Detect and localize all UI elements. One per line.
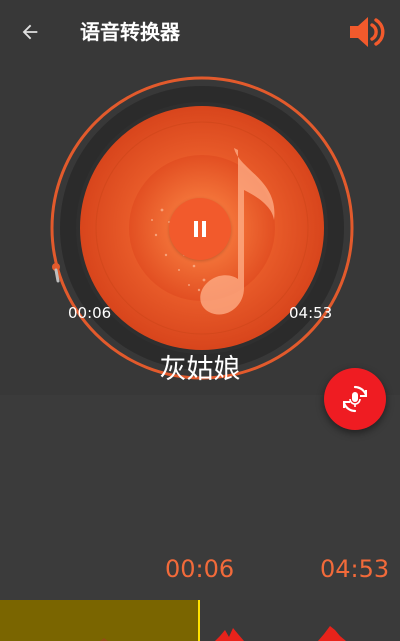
app-bar: 语音转换器 [0, 0, 400, 62]
waveform-graph [100, 626, 346, 641]
player-panel: 语音转换器 00:06 04:53 灰姑娘 [0, 0, 400, 395]
voice-convert-button[interactable] [324, 368, 386, 430]
playhead-cursor[interactable] [198, 600, 200, 641]
page-title: 语音转换器 [80, 20, 180, 44]
total-time-label: 04:53 [289, 304, 333, 322]
current-time-label: 00:06 [68, 304, 112, 322]
voice-convert-icon [342, 385, 368, 413]
pause-icon [194, 221, 206, 237]
volume-button[interactable] [346, 12, 386, 52]
waveform-current-time: 00:06 [165, 555, 235, 583]
volume-icon [350, 17, 385, 47]
back-button[interactable] [12, 14, 48, 50]
pause-button[interactable] [169, 198, 231, 260]
arrow-left-icon [22, 24, 38, 40]
waveform-total-time: 04:53 [320, 555, 390, 583]
waveform-track[interactable] [0, 600, 400, 641]
